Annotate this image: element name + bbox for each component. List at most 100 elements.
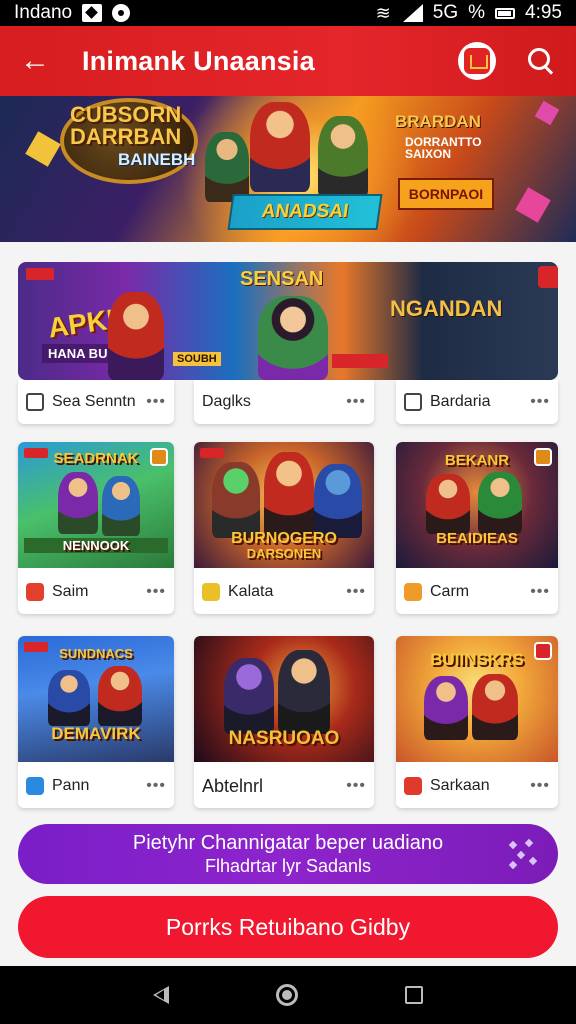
featured-banner[interactable]: APKI HANA BUNIN SOUBH SENSAN NGANDAN [18, 262, 558, 380]
card-label: Carm [430, 583, 470, 600]
card-art-title: BUIINSKRS [430, 650, 524, 669]
hero-character [205, 132, 249, 202]
card-artwork: SUNDNACS DEMAVIRK [18, 636, 174, 762]
featured-mid-title: SENSAN [240, 268, 324, 290]
more-options-icon[interactable]: ••• [530, 393, 550, 411]
card-character [264, 452, 314, 538]
card-footer: Kalata ••• [194, 570, 374, 614]
more-options-icon[interactable]: ••• [530, 777, 550, 795]
card-character [98, 666, 142, 726]
card-character [278, 650, 330, 734]
card-label: Abtelnrl [202, 775, 264, 796]
nav-home-icon[interactable] [275, 984, 298, 1006]
nav-recent-icon[interactable] [404, 986, 423, 1004]
promo-banner[interactable]: Pietyhr Channigatar beper uadiano Flhadr… [18, 824, 558, 884]
clock-label: 4:95 [525, 2, 562, 23]
notification-icon [82, 4, 103, 22]
card-character [426, 474, 470, 534]
promo-line-2: Flhadrtar lyr Sadanls [204, 856, 372, 876]
more-options-icon[interactable]: ••• [346, 583, 366, 601]
card-saim[interactable]: SEADRNAK NENNOOK Saim ••• [18, 442, 174, 614]
card-carm[interactable]: BEKANR BEAIDIEAS Carm ••• [396, 442, 558, 614]
hero-character [250, 102, 310, 192]
card-art-subtitle: BEAIDIEAS [436, 530, 518, 547]
hero-ribbon: ANADSAI [227, 194, 383, 230]
checkbox-icon[interactable] [26, 393, 44, 411]
card-artwork: SEADRNAK NENNOOK [18, 442, 174, 568]
card-label: Kalata [228, 583, 274, 600]
record-icon [112, 4, 131, 22]
search-icon[interactable] [524, 44, 558, 78]
checkbox-icon[interactable] [404, 393, 422, 411]
card-art-title: SEADRNAK [53, 450, 139, 467]
hero-banner[interactable]: CUBSORN DARRBAN BAINEBH ANADSAI BRARDAN … [0, 96, 576, 242]
status-left: Indano [14, 2, 131, 24]
card-character [224, 658, 274, 734]
card-footer: Abtelnrl ••• [194, 764, 374, 808]
cta-button[interactable]: Porrks Retuibano Gidby [18, 896, 558, 958]
hero-cta-button[interactable]: BORNPAOI [398, 178, 494, 210]
card-art-title: NASRUOAO [228, 728, 340, 749]
card-label: Daglks [202, 393, 251, 410]
card-daglks[interactable]: Daglks ••• [194, 380, 374, 424]
card-artwork: BUIINSKRS [396, 636, 558, 762]
card-footer: Sea Senntn ••• [18, 380, 174, 424]
card-art-title: SUNDNACS [59, 646, 133, 661]
card-footer: Carm ••• [396, 570, 558, 614]
cube-decoration-icon [25, 131, 61, 167]
cube-decoration-icon [534, 100, 560, 126]
featured-badge-icon [538, 266, 558, 288]
brand-logo-icon [464, 48, 490, 74]
hero-right-subtitle: DORRANTTO SAIXON [405, 135, 482, 161]
card-bardaria[interactable]: Bardaria ••• [396, 380, 558, 424]
card-art-subtitle: DEMAVIRK [51, 724, 141, 743]
promo-line-1: Pietyhr Channigatar beper uadiano [132, 832, 444, 854]
card-label: Pann [52, 777, 90, 794]
card-artwork: BURNOGERO DARSONEN [194, 442, 374, 568]
cube-decoration-icon [515, 187, 551, 223]
battery-icon [495, 7, 516, 19]
more-options-icon[interactable]: ••• [146, 583, 166, 601]
card-art-subtitle: DARSONEN [246, 546, 322, 561]
card-character [478, 472, 522, 534]
card-footer: Sarkaan ••• [396, 764, 558, 808]
content-area: APKI HANA BUNIN SOUBH SENSAN NGANDAN Sea… [0, 242, 576, 966]
card-footer: Pann ••• [18, 764, 174, 808]
card-kalata[interactable]: BURNOGERO DARSONEN Kalata ••• [194, 442, 374, 614]
more-options-icon[interactable]: ••• [530, 583, 550, 601]
app-icon-red [404, 777, 422, 795]
card-artwork: BEKANR BEAIDIEAS [396, 442, 558, 568]
featured-tag [26, 268, 54, 280]
featured-right-title: NGANDAN [390, 296, 503, 321]
card-character [472, 674, 518, 740]
card-abtelnrl[interactable]: NASRUOAO Abtelnrl ••• [194, 636, 374, 808]
battery-percent-label: % [468, 2, 486, 23]
more-options-icon[interactable]: ••• [146, 777, 166, 795]
card-sarkaan[interactable]: BUIINSKRS Sarkaan ••• [396, 636, 558, 808]
card-label: Sarkaan [430, 777, 490, 794]
sparkle-icon [506, 838, 540, 872]
card-pann[interactable]: SUNDNACS DEMAVIRK Pann ••• [18, 636, 174, 808]
featured-character [108, 292, 164, 380]
status-bar: Indano ≋ 5G% 4:95 [0, 0, 576, 26]
card-footer: Daglks ••• [194, 380, 374, 424]
more-options-icon[interactable]: ••• [146, 393, 166, 411]
card-sea-senntn[interactable]: Sea Senntn ••• [18, 380, 174, 424]
app-icon-red [26, 583, 44, 601]
featured-mid-tag [332, 354, 388, 368]
card-art-title: BEKANR [444, 452, 510, 469]
carrier-label: Indano [14, 2, 73, 23]
featured-left-title: APKI [46, 303, 117, 344]
nav-back-icon[interactable] [153, 986, 170, 1004]
card-character [48, 670, 90, 726]
more-options-icon[interactable]: ••• [346, 777, 366, 795]
hero-character [318, 116, 368, 198]
card-label: Sea Senntn [52, 393, 136, 410]
card-footer: Saim ••• [18, 570, 174, 614]
brand-logo-button[interactable] [458, 42, 496, 80]
arrow-left-icon: ← [20, 44, 50, 77]
more-options-icon[interactable]: ••• [346, 393, 366, 411]
back-button[interactable]: ← [0, 26, 70, 96]
card-tag [200, 448, 224, 458]
card-character [314, 464, 362, 538]
